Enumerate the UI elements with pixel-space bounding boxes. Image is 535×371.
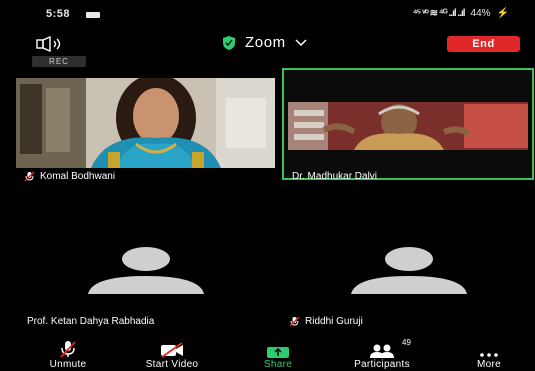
charging-icon: ⚡	[496, 8, 509, 19]
mic-off-icon	[60, 341, 76, 358]
participant-label-riddhi: Riddhi Guruji	[289, 316, 363, 327]
share-button[interactable]: Share	[253, 340, 303, 370]
participants-button[interactable]: 49 Participants	[336, 338, 428, 370]
participant-label-komal: Komal Bodhwani	[24, 171, 115, 182]
status-time: 5:58	[46, 8, 71, 20]
chevron-down-icon	[295, 38, 307, 46]
participant-label-madhukar: Dr. Madhukar Dalvi	[292, 171, 377, 182]
start-video-label: Start Video	[145, 359, 199, 370]
participant-name: Riddhi Guruji	[305, 316, 363, 327]
video-tile-komal[interactable]	[16, 78, 275, 168]
meeting-toolbar: Unmute Start Video Share 49 Participants…	[0, 338, 535, 371]
share-arrow-icon	[267, 347, 289, 358]
participant-label-ketan: Prof. Ketan Dahya Rabhadia	[27, 316, 154, 327]
mic-off-icon	[24, 171, 35, 182]
shield-icon	[223, 35, 235, 50]
unmute-button[interactable]: Unmute	[40, 340, 96, 370]
share-label: Share	[263, 359, 293, 370]
more-button[interactable]: More	[464, 340, 514, 370]
participant-video-madhukar	[284, 70, 532, 178]
avatar-placeholder[interactable]	[349, 246, 469, 294]
participant-video-komal	[16, 78, 275, 168]
video-tile-madhukar[interactable]	[282, 68, 534, 180]
more-label: More	[477, 359, 501, 370]
end-button[interactable]: End	[447, 36, 520, 52]
mic-off-icon	[289, 316, 300, 327]
meeting-title-dropdown[interactable]: Zoom	[222, 34, 307, 51]
participant-name: Dr. Madhukar Dalvi	[292, 171, 378, 182]
meeting-top-bar: Zoom End	[0, 32, 535, 56]
start-video-button[interactable]: Start Video	[131, 340, 213, 370]
more-dots-icon	[480, 353, 498, 357]
participant-name: Komal Bodhwani	[40, 171, 116, 182]
participants-count: 49	[402, 338, 411, 347]
participant-name: Prof. Ketan Dahya Rabhadia	[27, 316, 155, 327]
battery-level: 44%	[470, 8, 491, 19]
status-bar: 5:58 ⁴⁵ ᵛᵒ ≋ ⁴ᴳ ..ıl ..ıl 44% ⚡	[0, 6, 535, 28]
video-off-icon	[161, 342, 183, 358]
media-notification-icon	[86, 12, 100, 18]
recording-badge: REC	[32, 56, 86, 67]
meeting-title: Zoom	[245, 34, 286, 51]
zoom-meeting-screen: 5:58 ⁴⁵ ᵛᵒ ≋ ⁴ᴳ ..ıl ..ıl 44% ⚡ Zoom End	[0, 0, 535, 371]
speaker-icon[interactable]	[36, 36, 76, 52]
signal-indicators: ⁴⁵ ᵛᵒ ≋ ⁴ᴳ ..ıl ..ıl	[412, 8, 466, 19]
participants-label: Participants	[354, 359, 410, 370]
participants-icon	[370, 344, 394, 358]
avatar-placeholder[interactable]	[86, 246, 206, 294]
unmute-label: Unmute	[49, 359, 87, 370]
status-indicators: ⁴⁵ ᵛᵒ ≋ ⁴ᴳ ..ıl ..ıl 44% ⚡	[413, 8, 509, 19]
